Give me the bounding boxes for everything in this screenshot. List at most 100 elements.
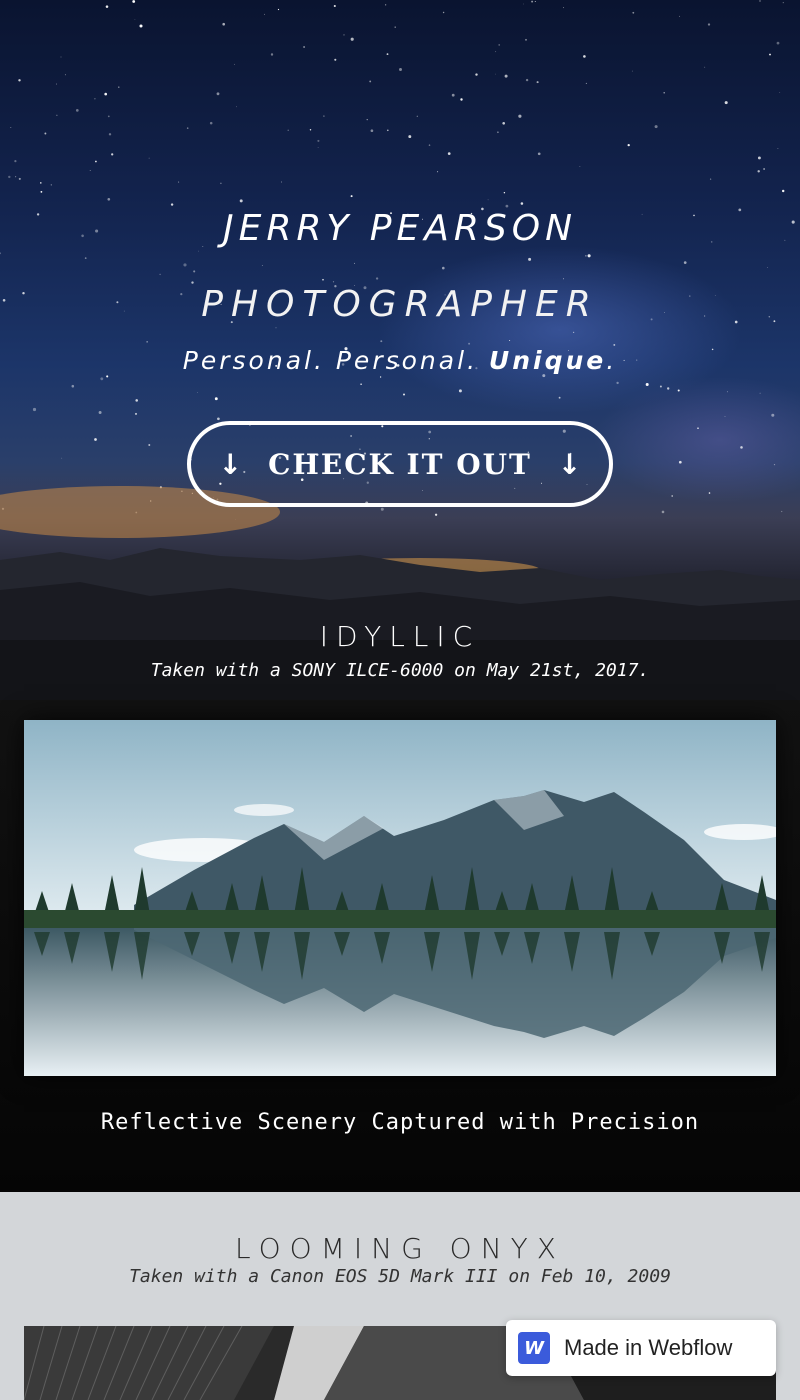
star (759, 392, 761, 394)
star (380, 507, 384, 511)
star (437, 171, 439, 173)
star (366, 119, 368, 121)
star (697, 427, 699, 430)
star (497, 131, 499, 134)
star (767, 267, 768, 268)
star (677, 389, 680, 392)
star (369, 80, 372, 83)
star (64, 74, 66, 76)
featured-caption: Reflective Scenery Captured with Precisi… (100, 1110, 700, 1135)
star (94, 98, 96, 100)
star (781, 510, 783, 513)
star (40, 190, 43, 193)
star (55, 83, 57, 85)
star (683, 261, 687, 264)
hero-tagline: Personal. Personal. Unique. (0, 346, 800, 375)
star (537, 152, 541, 156)
lake-mountain-photo (24, 720, 776, 1076)
star (468, 342, 471, 345)
star (370, 129, 374, 133)
star (107, 115, 110, 118)
star (386, 53, 389, 56)
star (632, 11, 635, 14)
star (209, 121, 213, 125)
star (528, 257, 532, 261)
star (380, 340, 383, 343)
star (475, 73, 478, 76)
star (740, 446, 743, 449)
star (763, 168, 765, 170)
star (776, 41, 780, 45)
star (198, 250, 199, 252)
star (536, 81, 539, 84)
star (442, 266, 445, 270)
star (84, 257, 87, 259)
star (759, 0, 761, 2)
star (534, 0, 536, 3)
star (183, 263, 187, 267)
star (616, 381, 619, 385)
tagline-start: Personal. Personal. (182, 346, 489, 375)
star (220, 182, 222, 185)
star (170, 203, 174, 206)
photo-meta: Taken with a SONY ILCE-6000 on May 21st,… (150, 660, 650, 681)
star (416, 115, 418, 117)
star (261, 265, 263, 266)
star (332, 281, 335, 283)
star (572, 331, 575, 334)
check-it-out-button[interactable]: ↓ CHECK IT OUT ↓ (187, 421, 613, 507)
star (15, 176, 17, 178)
star (343, 34, 345, 36)
star (399, 68, 402, 71)
star (89, 170, 91, 172)
hero-title: JERRY PEARSON (222, 208, 578, 249)
star (18, 177, 21, 180)
star (236, 106, 237, 108)
star (509, 339, 511, 342)
star (402, 393, 406, 396)
star (222, 22, 225, 26)
star (350, 37, 354, 41)
star (447, 152, 451, 155)
star (281, 181, 282, 183)
star (782, 2, 784, 4)
star (107, 197, 111, 201)
arrow-down-icon: ↓ (218, 447, 243, 481)
star (105, 5, 109, 8)
star (518, 114, 522, 118)
star (239, 199, 243, 203)
star (460, 98, 463, 101)
star (724, 416, 726, 417)
star (587, 254, 591, 258)
star (520, 202, 524, 205)
star (94, 438, 97, 441)
star (322, 278, 324, 281)
arrow-down-icon: ↓ (557, 447, 582, 481)
star (771, 413, 775, 417)
made-in-webflow-badge[interactable]: W Made in Webflow (506, 1320, 776, 1376)
star (40, 182, 42, 184)
star (498, 44, 501, 46)
webflow-logo-icon: W (518, 1332, 550, 1364)
star (379, 376, 382, 378)
check-it-out-label: CHECK IT OUT (268, 447, 532, 481)
star (495, 73, 496, 75)
star (100, 377, 104, 381)
star (350, 195, 353, 198)
star (558, 396, 561, 399)
star (661, 510, 665, 514)
star (375, 277, 379, 280)
star (525, 38, 527, 41)
star (394, 26, 396, 28)
star (458, 389, 462, 393)
star (525, 78, 529, 82)
star (679, 15, 681, 17)
star (134, 18, 136, 20)
star (61, 457, 63, 459)
star (334, 58, 337, 61)
hero-section: JERRY PEARSON PHOTOGRAPHER Personal. Per… (0, 0, 800, 700)
star (56, 114, 58, 116)
star (779, 91, 781, 93)
star (659, 385, 662, 388)
star (186, 127, 189, 129)
